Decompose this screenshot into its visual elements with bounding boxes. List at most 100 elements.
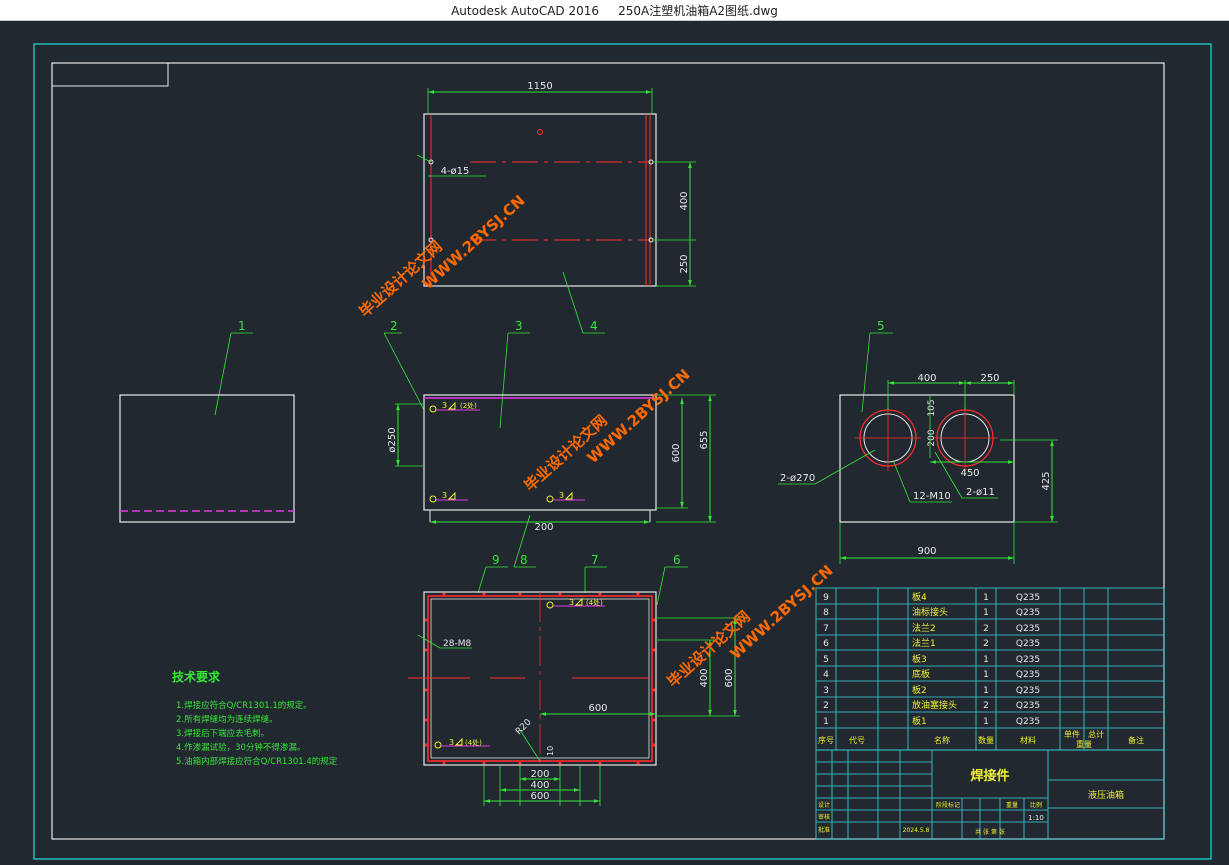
svg-text:8: 8: [823, 608, 829, 618]
note-12-m10: 12-M10: [913, 491, 951, 502]
app-name: Autodesk AutoCAD 2016: [451, 4, 599, 18]
window-titlebar: Autodesk AutoCAD 2016 250A注塑机油箱A2图纸.dwg: [0, 0, 1229, 21]
svg-text:Q235: Q235: [1016, 593, 1040, 603]
svg-text:单件: 单件: [1064, 729, 1080, 739]
dim-250-side: 250: [980, 373, 999, 384]
svg-text:2: 2: [983, 639, 989, 649]
svg-text:3: 3: [823, 686, 829, 696]
parts-row: 1 板1 1 Q235: [823, 715, 1040, 727]
title-block-text: 焊接件 液压油箱 1:10 设计 审核 批准 2024.5.8 阶段标记 重量 …: [818, 768, 1124, 836]
label-weight: 重量: [1006, 801, 1018, 809]
dim-10: 10: [546, 746, 555, 756]
weld-a-count: (4处): [586, 598, 603, 607]
tech-line-5: 5.油箱内部焊接应符合Q/CR1301.4的规定: [176, 756, 338, 767]
parts-row: 9 板4 1 Q235: [823, 591, 1040, 603]
note-2-holes-11: 2-ø11: [966, 487, 995, 498]
drawing-canvas[interactable]: 1150 400 250 4-ø15 1 2 3 4 5 6 7 8 9 ø25…: [0, 21, 1229, 861]
svg-text:总计: 总计: [1088, 729, 1104, 739]
parts-row: 3 板2 1 Q235: [823, 684, 1040, 696]
dim-105: 105: [927, 399, 937, 416]
parts-row: 5 板3 1 Q235: [823, 653, 1040, 665]
svg-text:9: 9: [823, 593, 829, 603]
balloon-5: 5: [877, 319, 885, 333]
dim-655: 655: [699, 430, 710, 449]
svg-text:1: 1: [983, 655, 989, 665]
svg-text:板4: 板4: [912, 591, 927, 603]
svg-text:6: 6: [823, 639, 829, 649]
svg-text:1: 1: [983, 670, 989, 680]
scale: 1:10: [1028, 814, 1044, 822]
svg-text:Q235: Q235: [1016, 701, 1040, 711]
dim-1150: 1150: [527, 81, 552, 92]
svg-text:Q235: Q235: [1016, 624, 1040, 634]
dim-400-bottom-v: 400: [699, 668, 710, 687]
dim-dia250: ø250: [387, 427, 398, 452]
weld-2: 3: [442, 491, 447, 500]
label-approve: 批准: [818, 826, 830, 834]
balloon-1: 1: [238, 319, 246, 333]
file-name: 250A注塑机油箱A2图纸.dwg: [618, 4, 778, 18]
svg-text:Q235: Q235: [1016, 686, 1040, 696]
svg-text:5: 5: [823, 655, 829, 665]
svg-text:底板: 底板: [912, 668, 930, 680]
svg-text:1: 1: [983, 608, 989, 618]
parts-row: 7 法兰2 2 Q235: [823, 622, 1040, 634]
sheet-label: 共 张 第 张: [975, 828, 1005, 836]
note-28-m8: 28-M8: [443, 639, 471, 649]
balloon-4: 4: [590, 319, 598, 333]
parts-table-text: 9 板4 1 Q235 8 油标接头 1 Q235 7 法兰2 2 Q235 6…: [818, 591, 1144, 749]
balloons: 1 2 3 4 5 6 7 8 9: [214, 271, 893, 606]
svg-text:1: 1: [823, 717, 829, 727]
note-4-holes: 4-ø15: [441, 166, 470, 177]
svg-text:1: 1: [983, 593, 989, 603]
svg-text:油标接头: 油标接头: [912, 606, 948, 618]
svg-text:重量: 重量: [1076, 739, 1092, 749]
svg-text:序号: 序号: [818, 735, 834, 745]
parts-header: 序号 代号 名称 数量 材料 单件 总计 重量 备注: [818, 729, 1144, 749]
svg-text:数量: 数量: [978, 735, 994, 745]
dim-200-bottom: 200: [530, 769, 549, 780]
window-title: Autodesk AutoCAD 2016 250A注塑机油箱A2图纸.dwg: [0, 2, 1229, 19]
dim-450: 450: [960, 468, 979, 479]
bottom-view: 3 (4处) 3 (4处) 28-M8 R20 10 600 400 600 2: [408, 591, 740, 806]
parts-row: 6 法兰1 2 Q235: [823, 637, 1040, 649]
balloon-2: 2: [390, 319, 398, 333]
date: 2024.5.8: [903, 827, 930, 834]
svg-text:2: 2: [983, 624, 989, 634]
parts-table: [815, 587, 1165, 751]
svg-text:Q235: Q235: [1016, 670, 1040, 680]
dim-200-front: 200: [534, 522, 553, 533]
svg-text:Q235: Q235: [1016, 655, 1040, 665]
corner-code-box: [51, 62, 169, 87]
drawing-svg[interactable]: 1150 400 250 4-ø15 1 2 3 4 5 6 7 8 9 ø25…: [0, 21, 1229, 861]
tech-line-2: 2.所有焊缝均为连续焊缝。: [176, 714, 278, 725]
dim-400-bottom: 400: [530, 780, 549, 791]
balloon-9: 9: [492, 553, 500, 567]
svg-text:Q235: Q235: [1016, 608, 1040, 618]
parts-row: 4 底板 1 Q235: [823, 668, 1040, 680]
svg-text:Q235: Q235: [1016, 717, 1040, 727]
part-name: 液压油箱: [1088, 789, 1124, 801]
svg-text:1: 1: [983, 717, 989, 727]
svg-text:法兰2: 法兰2: [912, 622, 936, 634]
dim-250-top: 250: [679, 254, 690, 273]
svg-text:板3: 板3: [912, 653, 927, 665]
left-view: [119, 394, 295, 523]
dim-600-bottom: 600: [530, 791, 549, 802]
dim-600-bottom-v: 600: [724, 668, 735, 687]
dim-425: 425: [1041, 471, 1052, 490]
tech-requirements: 技术要求 1.焊接应符合Q/CR1301.1的规定。 2.所有焊缝均为连续焊缝。…: [172, 669, 338, 767]
svg-text:板2: 板2: [912, 684, 927, 696]
weld-3: 3: [559, 491, 564, 500]
balloon-3: 3: [515, 319, 523, 333]
balloon-7: 7: [591, 553, 599, 567]
parts-row: 2 放油塞接头 2 Q235: [823, 699, 1040, 711]
weld-b: 3: [449, 738, 454, 747]
tech-line-3: 3.焊接后下端应去毛刺。: [176, 728, 269, 739]
dim-400-side: 400: [917, 373, 936, 384]
label-design: 设计: [818, 801, 830, 809]
tech-line-4: 4.作渗漏试验，30分钟不得渗漏。: [176, 742, 305, 753]
dim-600-bottom-h: 600: [588, 703, 607, 714]
svg-text:放油塞接头: 放油塞接头: [912, 699, 957, 711]
svg-text:材料: 材料: [1020, 735, 1036, 745]
